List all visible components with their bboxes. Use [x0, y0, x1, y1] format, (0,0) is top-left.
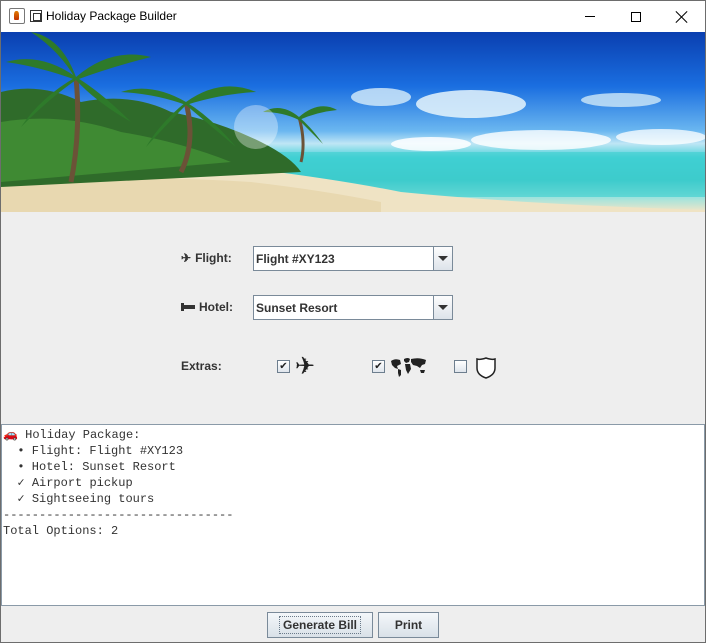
hotel-label-group: Hotel: [181, 300, 233, 314]
summary-line: -------------------------------- [3, 508, 234, 522]
airplane-icon: ✈ [181, 251, 192, 265]
generate-bill-label: Generate Bill [278, 616, 362, 634]
beach-banner-image [1, 32, 705, 212]
app-window: Holiday Package Builder ✈ Flight: Flight… [0, 0, 706, 643]
insurance-checkbox[interactable] [454, 360, 467, 373]
minimize-button[interactable] [567, 1, 613, 32]
summary-line: • Hotel: Sunset Resort [3, 460, 176, 474]
java-icon [9, 8, 25, 24]
chevron-down-icon [438, 256, 448, 261]
close-button[interactable] [659, 1, 705, 32]
flight-combobox-value: Flight #XY123 [256, 252, 335, 266]
app-icon [30, 10, 42, 22]
world-map-icon [391, 358, 426, 377]
summary-line: 🚗 Holiday Package: [3, 428, 141, 442]
bed-icon [181, 303, 195, 311]
sightseeing-checkbox[interactable]: ✔ [372, 360, 385, 373]
chevron-down-icon [438, 305, 448, 310]
print-label: Print [394, 618, 423, 632]
extras-label: Extras: [181, 359, 222, 373]
package-summary-textarea[interactable]: 🚗 Holiday Package: • Flight: Flight #XY1… [1, 424, 705, 606]
maximize-button[interactable] [613, 1, 659, 32]
flight-dropdown-button[interactable] [433, 247, 452, 270]
airplane-icon: ✈ [295, 352, 316, 380]
airport-pickup-checkbox[interactable]: ✔ [277, 360, 290, 373]
hotel-combobox-value: Sunset Resort [256, 301, 338, 315]
hotel-dropdown-button[interactable] [433, 296, 452, 319]
title-bar: Holiday Package Builder [1, 1, 705, 32]
hotel-label: Hotel: [199, 300, 233, 314]
summary-line: ✓ Sightseeing tours [3, 492, 155, 506]
print-button[interactable]: Print [378, 612, 439, 638]
generate-bill-button[interactable]: Generate Bill [267, 612, 373, 638]
close-icon [676, 11, 688, 23]
flight-combobox[interactable]: Flight #XY123 [253, 246, 453, 271]
hotel-combobox[interactable]: Sunset Resort [253, 295, 453, 320]
summary-line: Total Options: 2 [3, 524, 119, 538]
minimize-icon [585, 16, 595, 17]
summary-line: ✓ Airport pickup [3, 476, 133, 490]
flight-label-group: ✈ Flight: [181, 251, 232, 265]
maximize-icon [631, 11, 641, 22]
window-title: Holiday Package Builder [46, 9, 177, 23]
summary-line: • Flight: Flight #XY123 [3, 444, 184, 458]
flight-label: Flight: [195, 251, 232, 265]
shield-icon [476, 357, 496, 379]
